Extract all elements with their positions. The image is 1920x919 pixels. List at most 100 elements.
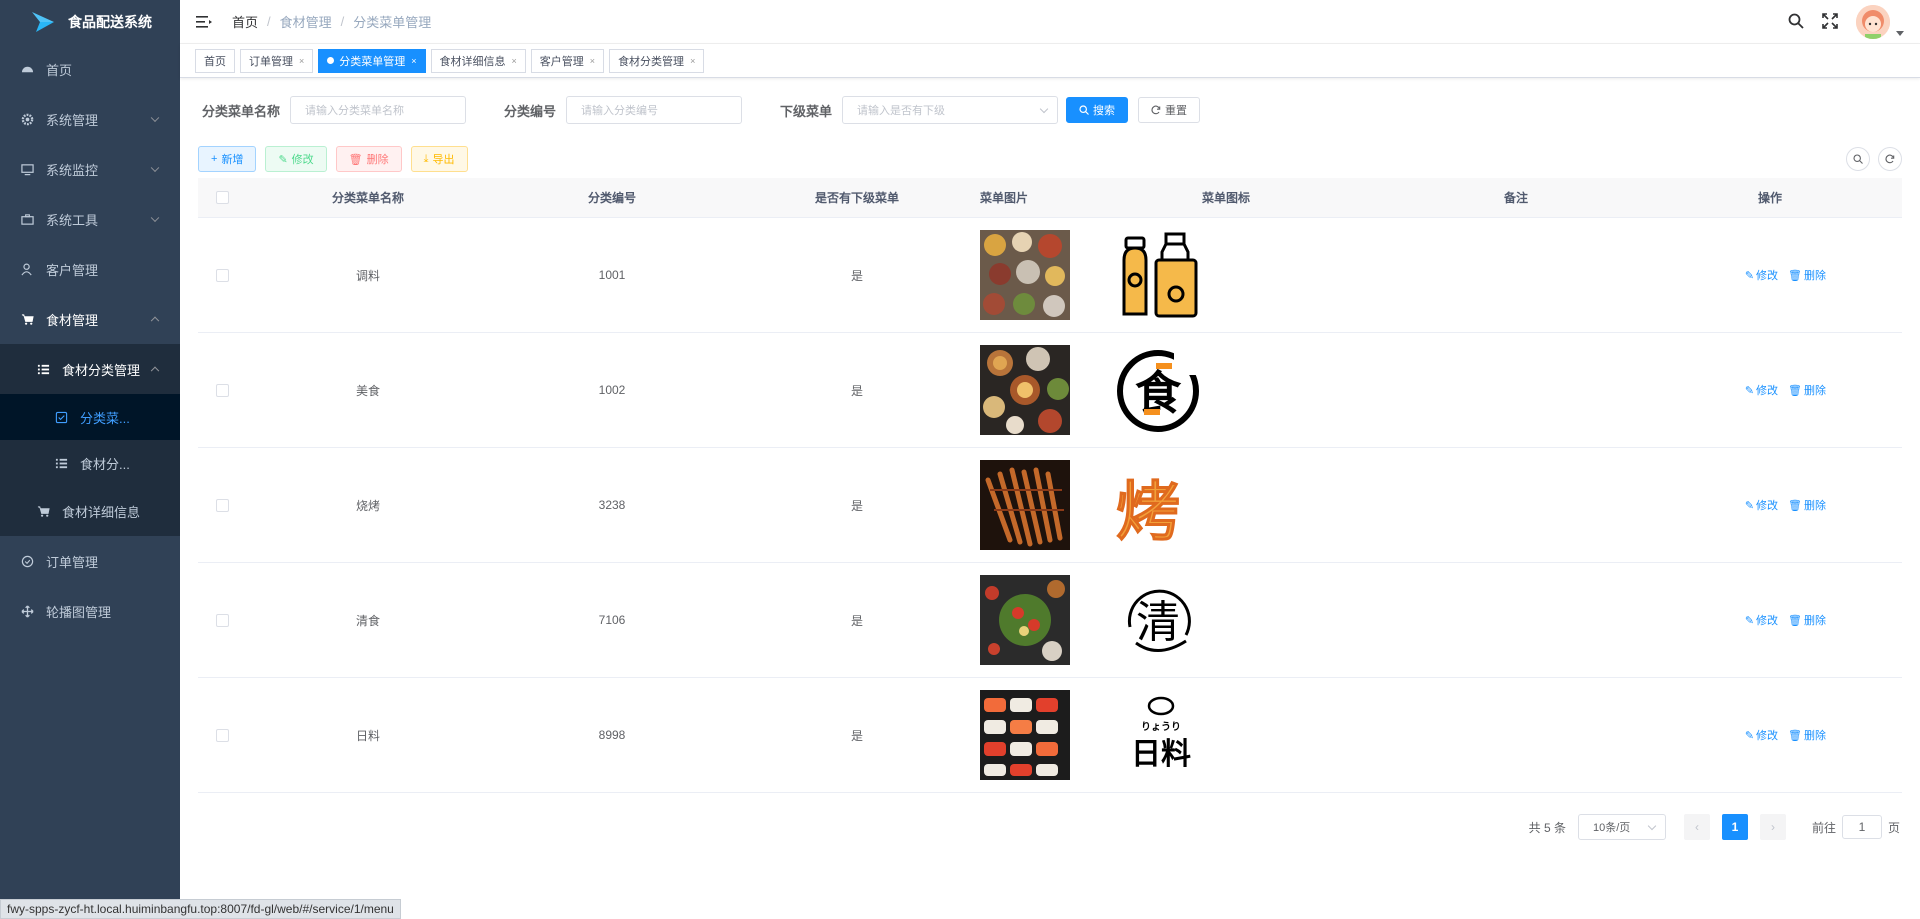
- code-input[interactable]: 请输入分类编号: [566, 96, 743, 124]
- food-character-icon[interactable]: 食: [1116, 345, 1206, 435]
- cuisine-photo[interactable]: [980, 345, 1070, 435]
- sidebar-item-carousel[interactable]: 轮播图管理: [0, 586, 180, 636]
- reset-button[interactable]: 重置: [1138, 97, 1201, 123]
- cell-has-sub: 是: [850, 268, 863, 283]
- prev-page-button[interactable]: ‹: [1683, 814, 1710, 840]
- next-page-button[interactable]: ›: [1759, 814, 1786, 840]
- toggle-search-button[interactable]: [1846, 147, 1870, 171]
- sidebar-item-tools[interactable]: 系统工具: [0, 194, 180, 244]
- page-number-current[interactable]: 1: [1721, 814, 1748, 840]
- row-checkbox[interactable]: [215, 728, 229, 742]
- row-checkbox[interactable]: [215, 383, 229, 397]
- dashboard-icon: [20, 62, 34, 76]
- edit-button[interactable]: ✎ 修改: [265, 146, 327, 172]
- chevron-down-icon: [150, 113, 160, 123]
- navbar: 首页 / 食材管理 / 分类菜单管理: [180, 0, 1920, 44]
- sidebar-item-category-menu[interactable]: 分类菜...: [0, 394, 180, 440]
- sidebar-item-food-class[interactable]: 食材分...: [0, 440, 180, 486]
- name-label: 分类菜单名称: [202, 103, 281, 119]
- export-button[interactable]: ⤓ 导出: [410, 146, 468, 172]
- circle-check-icon: [20, 554, 34, 568]
- sidebar-item-food-category[interactable]: 食材分类管理: [0, 344, 180, 394]
- close-icon[interactable]: ×: [512, 56, 517, 66]
- name-input[interactable]: 请输入分类菜单名称: [290, 96, 467, 124]
- edit-button-label: 修改: [291, 154, 314, 166]
- row-edit-link[interactable]: ✎ 修改: [1745, 727, 1778, 743]
- delete-label: 删除: [1804, 270, 1826, 282]
- tag-food-category[interactable]: 食材分类管理 ×: [609, 48, 705, 73]
- sidebar-item-food-detail[interactable]: 食材详细信息: [0, 486, 180, 536]
- cell-picture: [980, 690, 1106, 780]
- sidebar-item-home[interactable]: 首页: [0, 44, 180, 94]
- japanese-food-character-icon[interactable]: りょうり日料: [1116, 690, 1206, 780]
- japanese-food-photo[interactable]: [980, 690, 1070, 780]
- row-edit-link[interactable]: ✎ 修改: [1745, 267, 1778, 283]
- app-logo[interactable]: 食品配送系统: [0, 0, 180, 44]
- row-delete-link[interactable]: 🗑︎ 删除: [1788, 727, 1826, 743]
- plus-icon: +: [211, 153, 218, 165]
- search-button[interactable]: 搜索: [1066, 97, 1129, 123]
- row-delete-link[interactable]: 🗑︎ 删除: [1788, 497, 1826, 513]
- header-name: 分类菜单名称: [331, 191, 404, 205]
- row-checkbox[interactable]: [215, 613, 229, 627]
- barbecue-photo[interactable]: [980, 460, 1070, 550]
- code-label: 分类编号: [504, 103, 557, 119]
- sidebar-item-monitor[interactable]: 系统监控: [0, 144, 180, 194]
- light-food-character-icon[interactable]: 清: [1116, 575, 1206, 665]
- seasoning-bottles-icon[interactable]: [1116, 230, 1206, 320]
- close-icon[interactable]: ×: [590, 56, 595, 66]
- sidebar-item-orders[interactable]: 订单管理: [0, 536, 180, 586]
- tag-category-menu[interactable]: 分类菜单管理 ×: [318, 48, 426, 73]
- edit-icon: ✎: [1744, 614, 1755, 627]
- cell-name: 美食: [355, 383, 380, 398]
- search-icon[interactable]: [1788, 13, 1804, 32]
- avatar[interactable]: [1856, 5, 1890, 39]
- sidebar-item-customer[interactable]: 客户管理: [0, 244, 180, 294]
- tag-home[interactable]: 首页: [195, 48, 235, 73]
- delete-label: 删除: [1804, 385, 1826, 397]
- goto-input[interactable]: 1: [1841, 815, 1882, 839]
- page-size-select[interactable]: 10条/页: [1577, 814, 1666, 840]
- row-checkbox[interactable]: [215, 268, 229, 282]
- sidebar-item-label: 食材管理: [46, 312, 99, 328]
- cell-code: 8998: [598, 728, 626, 742]
- delete-button[interactable]: 🗑︎ 删除: [335, 146, 402, 172]
- row-delete-link[interactable]: 🗑︎ 删除: [1788, 267, 1826, 283]
- row-delete-link[interactable]: 🗑︎ 删除: [1788, 382, 1826, 398]
- row-checkbox[interactable]: [215, 498, 229, 512]
- row-edit-link[interactable]: ✎ 修改: [1745, 612, 1778, 628]
- trash-icon: 🗑︎: [1788, 384, 1802, 397]
- row-edit-link[interactable]: ✎ 修改: [1745, 497, 1778, 513]
- hamburger-icon[interactable]: [196, 15, 212, 29]
- refresh-button[interactable]: [1878, 147, 1902, 171]
- close-icon[interactable]: ×: [299, 56, 304, 66]
- row-edit-link[interactable]: ✎ 修改: [1745, 382, 1778, 398]
- breadcrumb-home[interactable]: 首页: [232, 12, 258, 31]
- tag-orders[interactable]: 订单管理 ×: [240, 48, 314, 73]
- fullscreen-icon[interactable]: [1822, 12, 1838, 32]
- row-checkbox-cell: [198, 383, 246, 397]
- tag-food-detail[interactable]: 食材详细信息 ×: [430, 48, 526, 73]
- cell-ops: ✎ 修改 🗑︎ 删除: [1514, 382, 1902, 398]
- header-icon: 菜单图标: [1201, 191, 1250, 205]
- row-actions: ✎ 修改 🗑︎ 删除: [1514, 382, 1902, 398]
- close-icon[interactable]: ×: [411, 56, 416, 66]
- row-delete-link[interactable]: 🗑︎ 删除: [1788, 612, 1826, 628]
- close-icon[interactable]: ×: [690, 56, 695, 66]
- sidebar-item-label: 系统管理: [46, 112, 99, 128]
- select-all-checkbox[interactable]: [215, 191, 229, 204]
- barbecue-character-icon[interactable]: 烤: [1116, 460, 1206, 551]
- sub-select[interactable]: 请输入是否有下级: [842, 96, 1059, 124]
- cart-icon: [20, 312, 34, 326]
- sidebar-item-food[interactable]: 食材管理: [0, 294, 180, 344]
- cell-code: 3238: [598, 498, 626, 512]
- tag-customer[interactable]: 客户管理 ×: [530, 48, 605, 73]
- seasoning-photo[interactable]: [980, 230, 1070, 320]
- cell-ops: ✎ 修改 🗑︎ 删除: [1514, 267, 1902, 283]
- table-row: 美食 1002 是 食 ✎ 修改 🗑︎ 删除: [198, 333, 1902, 448]
- sidebar-item-system[interactable]: 系统管理: [0, 94, 180, 144]
- add-button[interactable]: + 新增: [198, 146, 257, 172]
- navbar-right: [1788, 0, 1904, 44]
- light-food-photo[interactable]: [980, 575, 1070, 665]
- caret-down-icon[interactable]: [1896, 30, 1904, 36]
